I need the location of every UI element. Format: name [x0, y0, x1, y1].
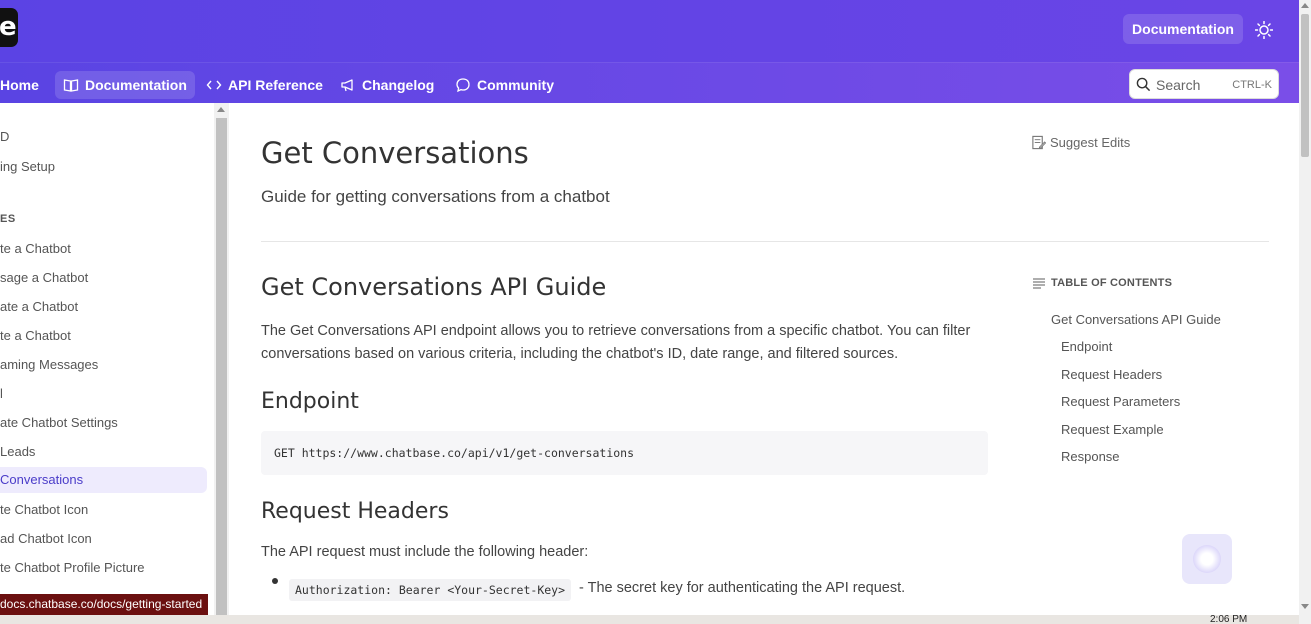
nav-changelog-label: Changelog	[362, 77, 435, 93]
suggest-edits-label: Suggest Edits	[1050, 135, 1131, 150]
toc-item[interactable]: Response	[1061, 449, 1120, 464]
sidebar-item[interactable]: aming Messages	[0, 352, 98, 378]
logo-letter: e	[0, 12, 17, 42]
suggest-edits-link[interactable]: Suggest Edits	[1031, 135, 1130, 150]
sidebar: D ing Setup ES te a Chatbot sage a Chatb…	[0, 103, 214, 624]
auth-header-code: Authorization: Bearer <Your-Secret-Key>	[289, 579, 572, 601]
sidebar-item[interactable]: Leads	[0, 439, 35, 465]
toc-item[interactable]: Request Parameters	[1061, 394, 1180, 409]
toc-item[interactable]: Request Headers	[1061, 367, 1162, 382]
endpoint-code-block: GET https://www.chatbase.co/api/v1/get-c…	[261, 431, 988, 475]
nav-home-label: Home	[0, 77, 39, 93]
chat-widget-icon	[1193, 545, 1221, 573]
search-placeholder: Search	[1156, 77, 1201, 93]
section-heading: Get Conversations API Guide	[261, 273, 607, 301]
search-shortcut: CTRL-K	[1232, 79, 1272, 91]
section-paragraph: The Get Conversations API endpoint allow…	[261, 323, 971, 362]
scroll-up-arrow-icon[interactable]	[1301, 3, 1309, 8]
page-subtitle: Guide for getting conversations from a c…	[261, 187, 610, 206]
taskbar	[0, 615, 1299, 624]
sidebar-scrollbar[interactable]	[214, 103, 229, 624]
scroll-down-arrow-icon[interactable]	[1301, 604, 1309, 609]
nav-community[interactable]: Community	[455, 71, 554, 99]
scroll-up-arrow-icon[interactable]	[217, 107, 225, 112]
nav-changelog[interactable]: Changelog	[340, 71, 434, 99]
sidebar-item[interactable]: l	[0, 381, 3, 407]
sidebar-scroll-thumb[interactable]	[216, 118, 227, 623]
auth-header-description: - The secret key for authenticating the …	[579, 580, 906, 596]
taskbar-clock: 2:06 PM	[1210, 614, 1248, 624]
toc-heading: TABLE OF CONTENTS	[1033, 277, 1172, 289]
nav-documentation-label: Documentation	[85, 77, 187, 93]
chat-widget-button[interactable]	[1182, 534, 1232, 584]
page-title: Get Conversations	[261, 136, 529, 170]
sidebar-item[interactable]: te Chatbot Icon	[0, 497, 88, 523]
toc-item[interactable]: Endpoint	[1061, 339, 1112, 354]
chat-bubble-icon	[456, 78, 470, 93]
book-icon	[63, 79, 79, 92]
toc-heading-label: TABLE OF CONTENTS	[1051, 277, 1173, 289]
page-scrollbar[interactable]	[1299, 0, 1311, 624]
sidebar-item[interactable]: sage a Chatbot	[0, 265, 88, 291]
sidebar-item[interactable]: te Chatbot Profile Picture	[0, 555, 145, 581]
status-url-tooltip: docs.chatbase.co/docs/getting-started	[0, 594, 209, 615]
sidebar-section-heading: ES	[0, 213, 16, 225]
sidebar-item[interactable]: ate a Chatbot	[0, 294, 78, 320]
nav-api-reference[interactable]: API Reference	[206, 71, 323, 99]
theme-toggle-sun-icon[interactable]	[1255, 21, 1273, 39]
sidebar-item[interactable]: te a Chatbot	[0, 236, 71, 262]
nav-bar: Home Documentation API Reference Changel…	[0, 62, 1299, 103]
code-icon	[206, 80, 222, 90]
sidebar-item[interactable]: te a Chatbot	[0, 323, 71, 349]
logo[interactable]: e	[0, 8, 18, 47]
sidebar-item[interactable]: D	[0, 124, 9, 150]
documentation-button[interactable]: Documentation	[1123, 14, 1243, 44]
page-scroll-thumb[interactable]	[1301, 14, 1309, 157]
main-content: Get Conversations Guide for getting conv…	[229, 103, 1299, 624]
nav-community-label: Community	[477, 77, 554, 93]
nav-documentation[interactable]: Documentation	[55, 71, 195, 99]
endpoint-heading: Endpoint	[261, 389, 359, 414]
toc-item[interactable]: Get Conversations API Guide	[1051, 312, 1221, 327]
request-headers-paragraph: The API request must include the followi…	[261, 544, 589, 560]
nav-home[interactable]: Home	[0, 71, 39, 99]
nav-api-reference-label: API Reference	[228, 77, 323, 93]
sidebar-item-active[interactable]: Conversations	[0, 467, 207, 493]
list-icon	[1033, 278, 1045, 289]
search-input[interactable]: Search CTRL-K	[1129, 69, 1279, 99]
sidebar-item[interactable]: ad Chatbot Icon	[0, 526, 92, 552]
sidebar-item[interactable]: ing Setup	[0, 154, 55, 180]
search-icon	[1136, 77, 1151, 92]
toc-item[interactable]: Request Example	[1061, 422, 1164, 437]
megaphone-icon	[341, 79, 353, 92]
top-header: e Documentation	[0, 0, 1299, 62]
bullet	[272, 578, 278, 584]
edit-document-icon	[1032, 135, 1046, 150]
sidebar-item[interactable]: ate Chatbot Settings	[0, 410, 118, 436]
request-headers-heading: Request Headers	[261, 499, 449, 524]
divider	[261, 241, 1269, 242]
